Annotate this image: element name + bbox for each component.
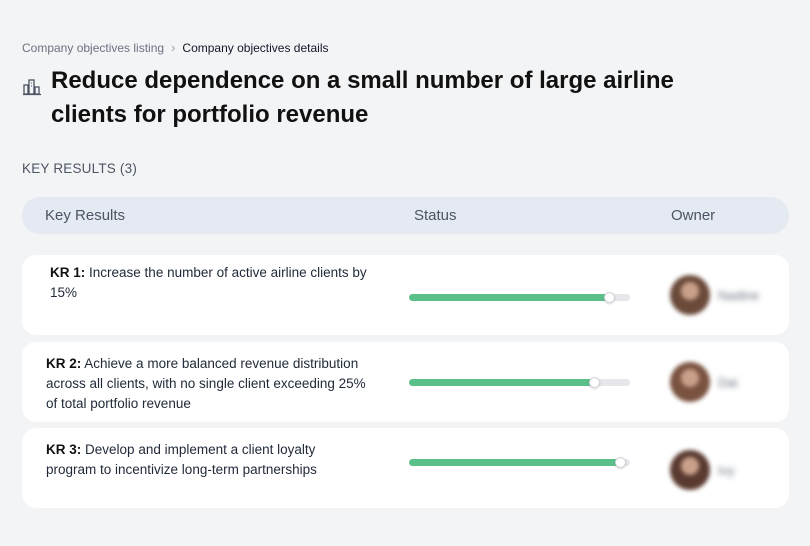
progress-bar[interactable] xyxy=(409,377,630,388)
key-result-row[interactable]: KR 2: Achieve a more balanced revenue di… xyxy=(22,342,789,422)
progress-fill xyxy=(409,459,622,466)
key-result-row[interactable]: KR 3: Develop and implement a client loy… xyxy=(22,428,789,508)
owner[interactable]: Nadine xyxy=(670,275,759,315)
owner-name: Ivy xyxy=(718,462,735,478)
progress-fill xyxy=(409,294,611,301)
key-result-description: Develop and implement a client loyalty p… xyxy=(46,442,317,477)
key-result-description: Achieve a more balanced revenue distribu… xyxy=(46,356,366,411)
page-title: Reduce dependence on a small number of l… xyxy=(51,67,674,128)
column-header-status[interactable]: Status xyxy=(414,207,457,224)
owner[interactable]: Ivy xyxy=(670,450,735,490)
breadcrumb: Company objectives listing › Company obj… xyxy=(22,40,329,55)
key-result-id: KR 3: xyxy=(46,442,82,457)
owner-name: Dai xyxy=(718,374,738,390)
key-results-table-header: Key Results Status Owner xyxy=(22,197,789,234)
progress-handle[interactable] xyxy=(588,377,600,388)
column-header-owner[interactable]: Owner xyxy=(671,207,715,224)
breadcrumb-current: Company objectives details xyxy=(182,40,329,55)
breadcrumb-separator: › xyxy=(171,40,176,55)
avatar xyxy=(670,275,710,315)
avatar xyxy=(670,362,710,402)
breadcrumb-parent-link[interactable]: Company objectives listing xyxy=(22,41,164,55)
building-chart-icon xyxy=(23,79,41,96)
key-result-text: KR 3: Develop and implement a client loy… xyxy=(46,440,356,480)
progress-bar[interactable] xyxy=(409,457,630,468)
owner-name: Nadine xyxy=(718,287,760,303)
key-result-id: KR 1: xyxy=(50,265,86,280)
key-result-text: KR 1: Increase the number of active airl… xyxy=(50,263,380,303)
objective-header: Reduce dependence on a small number of l… xyxy=(22,64,722,132)
key-result-row[interactable]: KR 1: Increase the number of active airl… xyxy=(22,255,789,335)
key-result-id: KR 2: xyxy=(46,356,82,371)
owner[interactable]: Dai xyxy=(670,362,738,402)
progress-bar[interactable] xyxy=(409,292,630,303)
progress-fill xyxy=(409,379,595,386)
key-result-text: KR 2: Achieve a more balanced revenue di… xyxy=(46,354,372,414)
avatar xyxy=(670,450,710,490)
key-results-section-label: KEY RESULTS (3) xyxy=(22,161,138,176)
progress-handle[interactable] xyxy=(604,292,616,303)
key-result-description: Increase the number of active airline cl… xyxy=(50,265,367,300)
progress-handle[interactable] xyxy=(615,457,627,468)
column-header-key-results[interactable]: Key Results xyxy=(45,207,125,224)
